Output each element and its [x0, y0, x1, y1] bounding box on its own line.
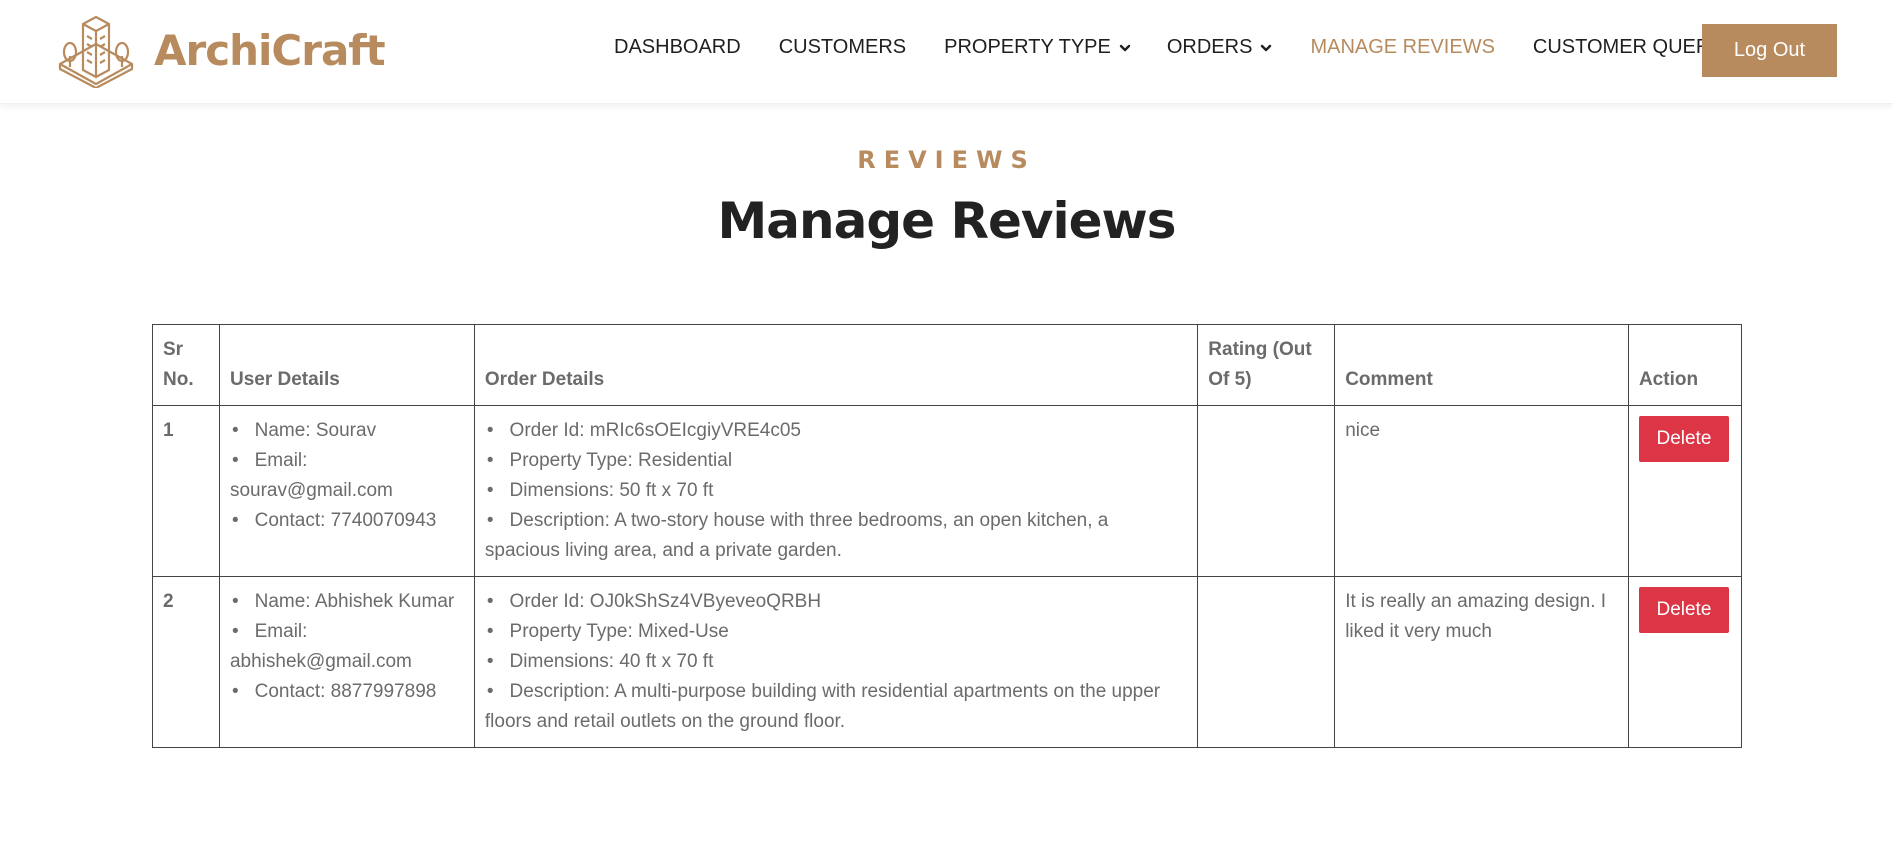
delete-button[interactable]: Delete: [1638, 416, 1729, 462]
header-user-details: User Details: [218, 324, 475, 406]
order-dimensions: Dimensions: 50 ft x 70 ft: [485, 476, 1187, 506]
table-row: 1 Name: Sourav Email: sourav@gmail.com C…: [152, 405, 1743, 577]
order-id: Order Id: OJ0kShSz4VByeveoQRBH: [485, 587, 1187, 617]
nav-manage-reviews[interactable]: MANAGE REVIEWS: [1310, 36, 1494, 59]
nav-dashboard-label: DASHBOARD: [614, 36, 741, 58]
order-property-type: Property Type: Residential: [485, 446, 1187, 476]
header-comment: Comment: [1334, 324, 1629, 406]
logout-button[interactable]: Log Out: [1702, 24, 1837, 77]
navbar: ArchiCraft DASHBOARD CUSTOMERS PROPERTY …: [0, 0, 1893, 104]
table-row: 2 Name: Abhishek Kumar Email: abhishek@g…: [152, 576, 1743, 748]
reviews-table: Sr No. User Details Order Details Rating…: [152, 324, 1743, 748]
page-title: Manage Reviews: [717, 192, 1177, 250]
row-order-details: Order Id: OJ0kShSz4VByeveoQRBH Property …: [473, 576, 1199, 748]
nav-orders[interactable]: ORDERS: [1167, 36, 1273, 59]
nav-property-type[interactable]: PROPERTY TYPE: [944, 36, 1131, 59]
row-action: Delete: [1627, 576, 1743, 748]
row-sr-no: 1: [152, 405, 220, 577]
user-name: Name: Sourav: [230, 416, 464, 446]
order-description: Description: A multi-purpose building wi…: [485, 677, 1187, 737]
chevron-down-icon: [1119, 44, 1131, 51]
nav-customers[interactable]: CUSTOMERS: [779, 36, 906, 59]
user-contact: Contact: 7740070943: [230, 506, 464, 536]
header-rating: Rating (Out Of 5): [1197, 324, 1336, 406]
user-name: Name: Abhishek Kumar: [230, 587, 464, 617]
order-dimensions: Dimensions: 40 ft x 70 ft: [485, 647, 1187, 677]
order-description: Description: A two-story house with thre…: [485, 506, 1187, 566]
main-nav: DASHBOARD CUSTOMERS PROPERTY TYPE ORDERS…: [614, 36, 1743, 59]
table-header-row: Sr No. User Details Order Details Rating…: [152, 324, 1743, 406]
row-rating: [1197, 576, 1336, 748]
row-order-details: Order Id: mRIc6sOEIcgiyVRE4c05 Property …: [473, 405, 1199, 577]
header-sr-no: Sr No.: [152, 324, 220, 406]
row-user-details: Name: Sourav Email: sourav@gmail.com Con…: [218, 405, 475, 577]
order-id: Order Id: mRIc6sOEIcgiyVRE4c05: [485, 416, 1187, 446]
delete-button[interactable]: Delete: [1638, 587, 1729, 633]
building-logo-icon: [58, 15, 134, 88]
row-comment: nice: [1334, 405, 1629, 577]
chevron-down-icon: [1261, 44, 1272, 51]
header-order-details: Order Details: [473, 324, 1199, 406]
nav-property-type-label: PROPERTY TYPE: [944, 36, 1111, 58]
row-sr-no: 2: [152, 576, 220, 748]
header-action: Action: [1627, 324, 1743, 406]
nav-dashboard[interactable]: DASHBOARD: [614, 36, 741, 59]
user-email: Email: abhishek@gmail.com: [230, 617, 464, 677]
row-rating: [1197, 405, 1336, 577]
brand-link[interactable]: ArchiCraft: [56, 12, 386, 88]
section-subtitle: REVIEWS: [857, 146, 1036, 174]
order-property-type: Property Type: Mixed-Use: [485, 617, 1187, 647]
brand-name: ArchiCraft: [154, 25, 386, 75]
row-user-details: Name: Abhishek Kumar Email: abhishek@gma…: [218, 576, 475, 748]
nav-orders-label: ORDERS: [1166, 36, 1253, 58]
user-email: Email: sourav@gmail.com: [230, 446, 464, 506]
nav-customers-label: CUSTOMERS: [778, 36, 907, 58]
user-contact: Contact: 8877997898: [230, 677, 464, 707]
row-action: Delete: [1627, 405, 1743, 577]
row-comment: It is really an amazing design. I liked …: [1334, 576, 1629, 748]
nav-manage-reviews-label: MANAGE REVIEWS: [1310, 36, 1495, 58]
